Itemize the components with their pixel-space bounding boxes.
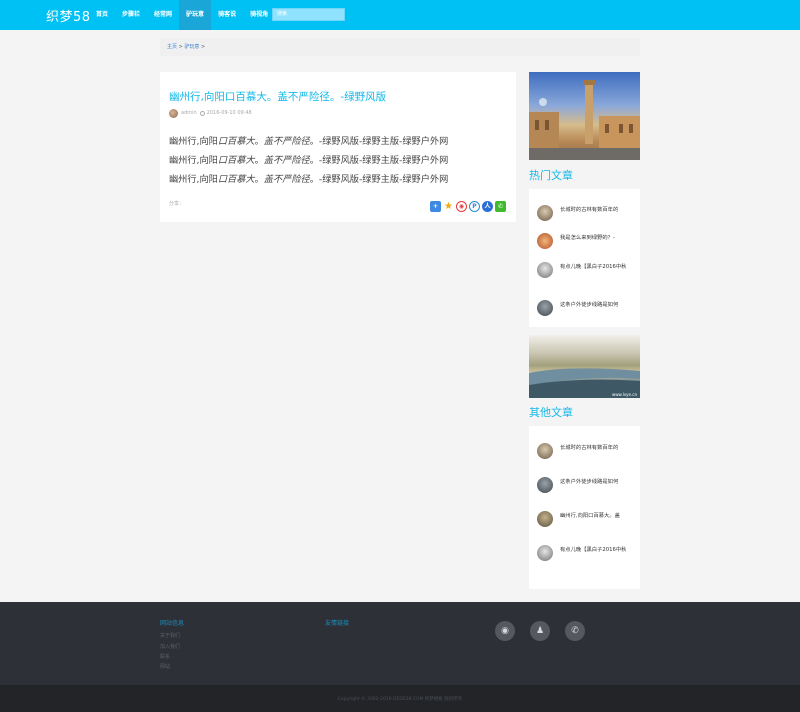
list-item-title[interactable]: 长城时的古林有数百年的	[560, 205, 634, 216]
list-item-title[interactable]: 幽州行,向阳口百慕大。盖	[560, 511, 634, 522]
article-card: 幽州行,向阳口百慕大。盖不严险径。-绿野风版 admin 2016-09-10 …	[160, 72, 516, 222]
list-item-title[interactable]: 这条户外徒步线路是如何	[560, 300, 634, 311]
footer-site-info-heading: 网站信息	[160, 620, 185, 627]
search-input[interactable]: 搜索	[272, 8, 345, 21]
nav-item-rider-view[interactable]: 骑视角	[243, 0, 275, 30]
plus-share-icon[interactable]: +	[430, 201, 441, 212]
breadcrumb-separator: >	[199, 44, 206, 50]
copyright-text: Copyright © 2002-2016 DEDE58.COM 织梦模板 版权…	[337, 697, 463, 702]
list-item-title[interactable]: 有点儿晚【黑白子2016中秋	[560, 545, 634, 556]
list-item[interactable]: 长城时的古林有数百年的	[537, 205, 634, 221]
article-paragraph: 幽州行,向阳口百慕大。盖不严险径。-绿野风版-绿野主版-绿野户外网	[169, 155, 449, 166]
nav-item-steps[interactable]: 步骤栏	[115, 0, 147, 30]
weibo-icon[interactable]: ◉	[495, 621, 515, 641]
list-item[interactable]: 有点儿晚【黑白子2016中秋	[537, 262, 634, 278]
photo-watermark: www.lvye.cn	[612, 392, 637, 397]
qq-icon[interactable]: ♟	[530, 621, 550, 641]
nav-item-rider-talk[interactable]: 骑客说	[211, 0, 243, 30]
author-avatar	[169, 108, 178, 118]
article-thumbnail	[537, 477, 553, 493]
list-item[interactable]: 我是怎么来到绿野的？-	[537, 233, 634, 249]
river-illustration: www.lvye.cn	[529, 368, 640, 398]
footer-friend-links-heading: 友情链接	[325, 620, 350, 627]
breadcrumb-home-link[interactable]: 主页	[167, 44, 177, 50]
sidebar-photo-river[interactable]: www.lvye.cn	[529, 335, 640, 398]
footer-link-contact[interactable]: 联系	[160, 653, 170, 660]
nav-item-often[interactable]: 经常网	[147, 0, 179, 30]
wechat-icon[interactable]: ✆	[565, 621, 585, 641]
article-thumbnail	[537, 205, 553, 221]
list-item[interactable]: 这条户外徒步线路是如何	[537, 300, 634, 316]
other-articles-heading: 其他文章	[529, 406, 573, 419]
site-footer	[0, 602, 800, 685]
renren-share-icon[interactable]: 人	[482, 201, 493, 212]
footer-link-site[interactable]: 网站	[160, 663, 170, 670]
list-item-title[interactable]: 这条户外徒步线路是如何	[560, 477, 634, 488]
article-thumbnail	[537, 511, 553, 527]
main-nav: 首页 步骤栏 经常网 驴玩意 骑客说 骑视角	[89, 0, 275, 30]
hot-articles-list: 长城时的古林有数百年的 我是怎么来到绿野的？- 有点儿晚【黑白子2016中秋 这…	[529, 189, 640, 327]
author-name[interactable]: admin	[181, 110, 197, 116]
wechat-share-icon[interactable]: ✆	[495, 201, 506, 212]
article-thumbnail	[537, 233, 553, 249]
article-paragraph: 幽州行,向阳口百慕大。盖不严险径。-绿野风版-绿野主版-绿野户外网	[169, 136, 449, 147]
breadcrumb: 主页 > 驴玩意 >	[167, 43, 205, 50]
copyright-bar: Copyright © 2002-2016 DEDE58.COM 织梦模板 版权…	[0, 685, 800, 712]
nav-item-home[interactable]: 首页	[89, 0, 115, 30]
article-thumbnail	[537, 545, 553, 561]
breadcrumb-bar: 主页 > 驴玩意 >	[160, 38, 640, 56]
list-item-title[interactable]: 长城时的古林有数百年的	[560, 443, 634, 454]
share-toolbar: + ★ ◉ P 人 ✆	[428, 201, 506, 212]
site-logo[interactable]: 织梦58	[46, 6, 91, 25]
weibo-share-icon[interactable]: ◉	[456, 201, 467, 212]
star-share-icon[interactable]: ★	[443, 201, 454, 212]
list-item[interactable]: 有点儿晚【黑白子2016中秋	[537, 545, 634, 561]
article-thumbnail	[537, 262, 553, 278]
city-illustration	[529, 80, 640, 160]
list-item-title[interactable]: 有点儿晚【黑白子2016中秋	[560, 262, 634, 273]
article-thumbnail	[537, 443, 553, 459]
list-item[interactable]: 长城时的古林有数百年的	[537, 443, 634, 459]
footer-link-about[interactable]: 关于我们	[160, 632, 180, 639]
footer-link-join[interactable]: 加入我们	[160, 643, 180, 650]
top-header: 织梦58 首页 步骤栏 经常网 驴玩意 骑客说 骑视角 搜索	[0, 0, 800, 30]
sidebar-photo-city[interactable]	[529, 72, 640, 160]
pinterest-share-icon[interactable]: P	[469, 201, 480, 212]
article-title[interactable]: 幽州行,向阳口百慕大。盖不严险径。-绿野风版	[169, 89, 386, 104]
clock-icon	[199, 110, 205, 116]
article-paragraph: 幽州行,向阳口百慕大。盖不严险径。-绿野风版-绿野主版-绿野户外网	[169, 174, 449, 185]
other-articles-list: 长城时的古林有数百年的 这条户外徒步线路是如何 幽州行,向阳口百慕大。盖 有点儿…	[529, 426, 640, 589]
share-label: 分享：	[169, 201, 185, 207]
article-thumbnail	[537, 300, 553, 316]
publish-date: 2016-09-10 09:48	[206, 110, 252, 116]
list-item[interactable]: 幽州行,向阳口百慕大。盖	[537, 511, 634, 527]
list-item-title[interactable]: 我是怎么来到绿野的？-	[560, 233, 634, 244]
list-item[interactable]: 这条户外徒步线路是如何	[537, 477, 634, 493]
breadcrumb-section-link[interactable]: 驴玩意	[184, 44, 199, 50]
nav-item-donkey[interactable]: 驴玩意	[179, 0, 212, 30]
article-meta: admin 2016-09-10 09:48	[169, 108, 252, 118]
hot-articles-heading: 热门文章	[529, 169, 573, 182]
